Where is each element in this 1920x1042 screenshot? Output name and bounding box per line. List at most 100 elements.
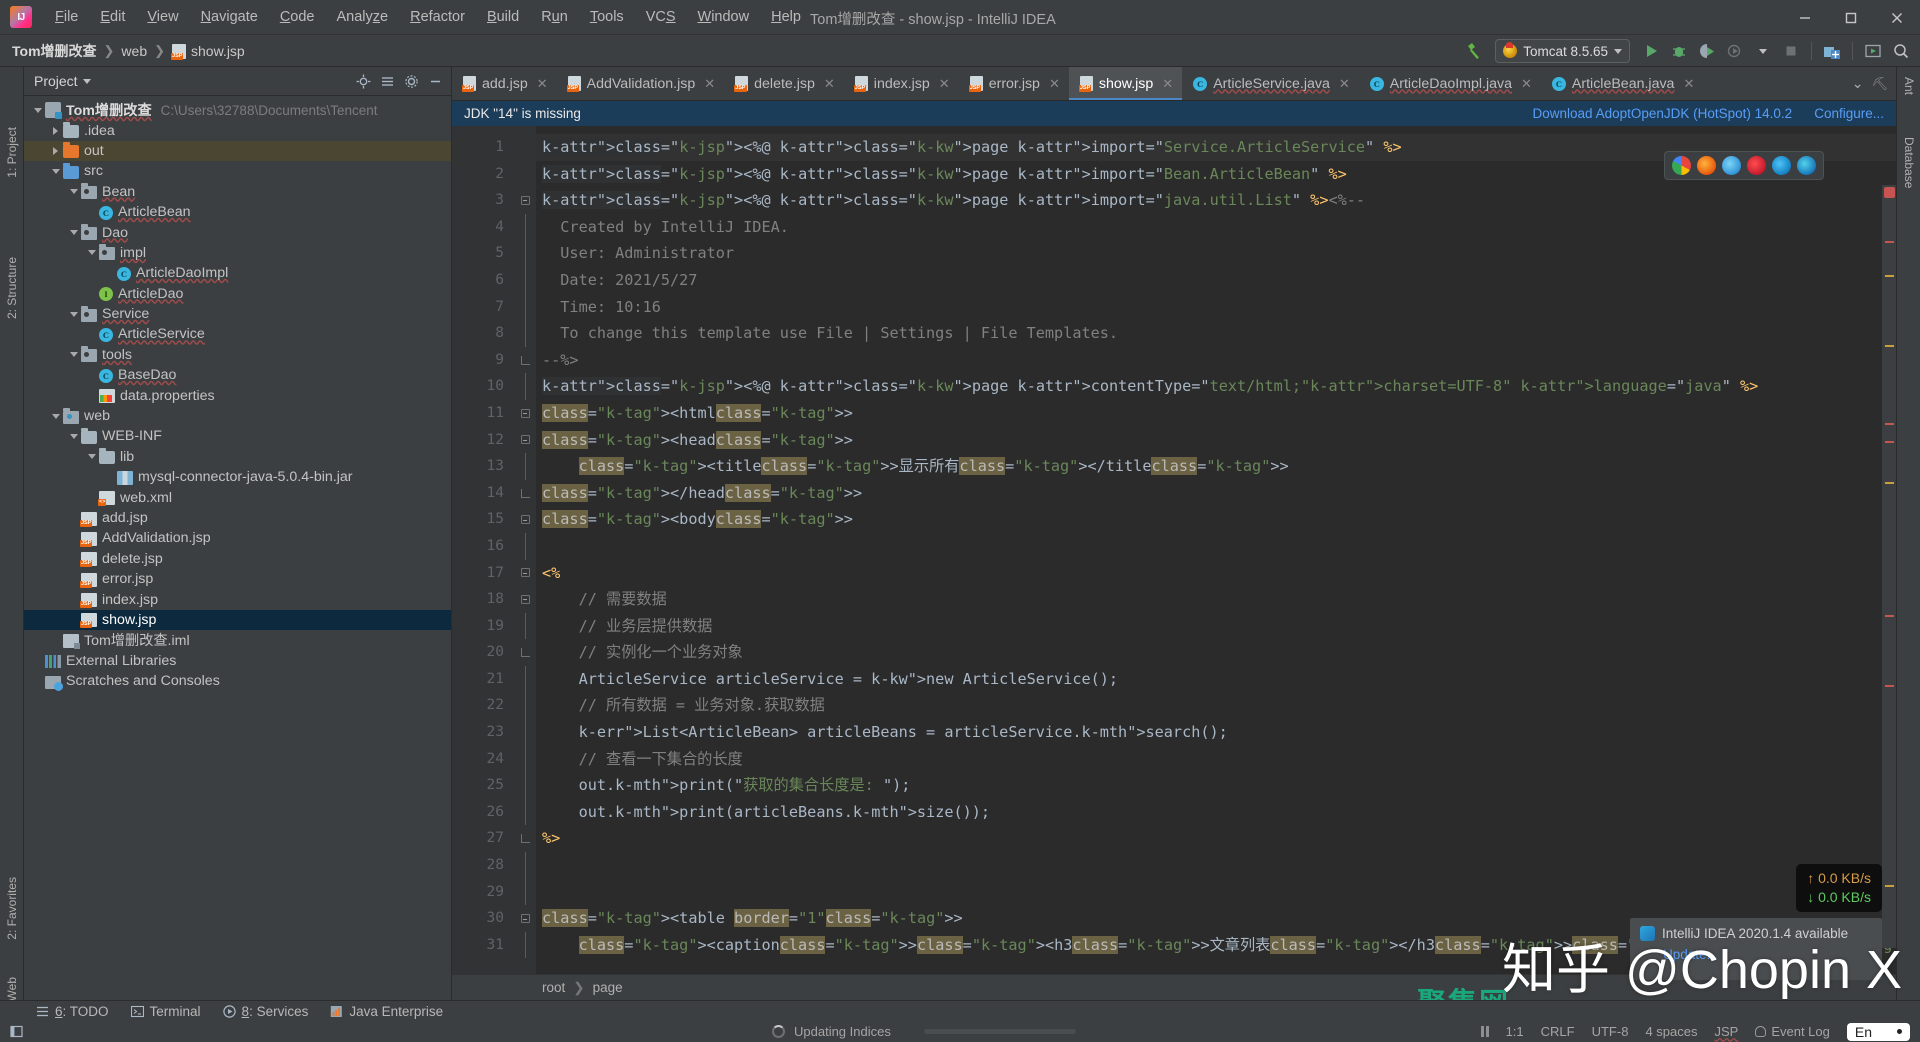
build-hammer-icon[interactable] (1461, 38, 1487, 64)
tree-item-Dao[interactable]: Dao (24, 222, 451, 242)
tree-item-ArticleBean[interactable]: CArticleBean (24, 202, 451, 222)
tab-overflow-icon[interactable]: ⌄ (1852, 75, 1864, 92)
file-encoding[interactable]: UTF-8 (1592, 1024, 1629, 1039)
code-line[interactable]: class="k-tag"><htmlclass="k-tag">> (536, 400, 1896, 427)
fold-marker[interactable] (514, 746, 536, 773)
chevron-down-icon[interactable] (68, 352, 79, 357)
chrome-icon[interactable] (1672, 156, 1691, 175)
fold-marker[interactable] (514, 480, 536, 507)
run-icon[interactable] (1638, 38, 1664, 64)
error-stripe[interactable] (1881, 185, 1896, 948)
configure-jdk-link[interactable]: Configure... (1814, 106, 1884, 121)
locate-icon[interactable] (353, 71, 373, 91)
chevron-down-icon[interactable] (32, 108, 43, 113)
fold-marker[interactable] (514, 214, 536, 241)
inspection-status-badge[interactable] (1884, 187, 1895, 198)
profile-dropdown-icon[interactable] (1750, 38, 1776, 64)
close-tab-icon[interactable]: ✕ (939, 76, 950, 92)
code-line[interactable]: Created by IntelliJ IDEA. (536, 214, 1896, 241)
edge-icon[interactable] (1797, 156, 1816, 175)
code-line[interactable]: // 业务层提供数据 (536, 613, 1896, 640)
fold-marker[interactable] (514, 267, 536, 294)
tool-button-services[interactable]: 8: Services (223, 1004, 309, 1019)
code-line[interactable]: class="k-tag"><titleclass="k-tag">>显示所有c… (536, 453, 1896, 480)
chevron-down-icon[interactable] (68, 312, 79, 317)
close-tab-icon[interactable]: ✕ (1049, 76, 1060, 92)
fold-marker[interactable] (514, 373, 536, 400)
tree-item-lib[interactable]: lib (24, 447, 451, 467)
fold-marker[interactable] (514, 134, 536, 161)
code-folding-column[interactable] (514, 126, 536, 974)
fold-marker[interactable] (514, 879, 536, 906)
file-type-badge[interactable]: JSP (1714, 1024, 1738, 1039)
chevron-right-icon[interactable] (50, 127, 61, 135)
tool-button-favorites[interactable]: 2: Favorites (5, 877, 19, 940)
tree-item-out[interactable]: out (24, 141, 451, 161)
close-tab-icon[interactable]: ✕ (1162, 76, 1173, 92)
ime-language-indicator[interactable]: En (1847, 1023, 1910, 1041)
close-tab-icon[interactable]: ✕ (1339, 76, 1350, 92)
editor-tab-index-jsp[interactable]: index.jsp✕ (844, 67, 959, 100)
code-line[interactable]: k-attr">class="k-jsp"><%@ k-attr">class=… (536, 373, 1896, 400)
code-line[interactable]: // 查看一下集合的长度 (536, 746, 1896, 773)
tree-item-ScratchesandConsoles[interactable]: Scratches and Consoles (24, 671, 451, 691)
tree-item-data.properties[interactable]: data.properties (24, 385, 451, 405)
fold-marker[interactable] (514, 506, 536, 533)
tree-item-Service[interactable]: Service (24, 304, 451, 324)
open-browser-icon[interactable] (1860, 38, 1886, 64)
close-button[interactable] (1874, 0, 1920, 35)
menu-run[interactable]: Run (530, 5, 579, 29)
tool-button-ant[interactable]: Ant (1902, 77, 1916, 95)
edge-legacy-icon[interactable] (1772, 156, 1791, 175)
menu-view[interactable]: View (136, 5, 189, 29)
breadcrumb-item-1[interactable]: web (121, 43, 147, 59)
settings-gear-icon[interactable] (401, 71, 421, 91)
close-tab-icon[interactable]: ✕ (537, 76, 548, 92)
fold-marker[interactable] (514, 187, 536, 214)
tree-item-src[interactable]: src (24, 161, 451, 181)
menu-build[interactable]: Build (476, 5, 530, 29)
tree-item-web[interactable]: web (24, 406, 451, 426)
tree-item-mysql-connector-java-5.0.4-bin.jar[interactable]: mysql-connector-java-5.0.4-bin.jar (24, 467, 451, 487)
fold-marker[interactable] (514, 692, 536, 719)
tool-button-structure[interactable]: 2: Structure (5, 257, 19, 319)
fold-marker[interactable] (514, 533, 536, 560)
fold-marker[interactable] (514, 586, 536, 613)
code-line[interactable]: <% (536, 560, 1896, 587)
code-line[interactable]: To change this template use File | Setti… (536, 320, 1896, 347)
search-everywhere-icon[interactable] (1888, 38, 1914, 64)
menu-edit[interactable]: Edit (89, 5, 136, 29)
tree-item-Tom.iml[interactable]: Tom增删改查.iml (24, 630, 451, 650)
editor-tab-show-jsp[interactable]: show.jsp✕ (1069, 67, 1182, 100)
tree-item-.idea[interactable]: .idea (24, 120, 451, 140)
safari-icon[interactable] (1722, 156, 1741, 175)
tree-item-ArticleDao[interactable]: IArticleDao (24, 284, 451, 304)
chevron-down-icon[interactable] (68, 189, 79, 194)
editor-tab-AddValidation-jsp[interactable]: AddValidation.jsp✕ (557, 67, 725, 100)
code-editor[interactable]: 1234567891011121314151617181920212223242… (452, 126, 1896, 974)
code-line[interactable] (536, 533, 1896, 560)
code-line[interactable]: --%> (536, 347, 1896, 374)
chevron-down-icon[interactable] (83, 79, 91, 84)
tree-item-AddValidation.jsp[interactable]: AddValidation.jsp (24, 528, 451, 548)
opera-icon[interactable] (1747, 156, 1766, 175)
chevron-down-icon[interactable] (68, 230, 79, 235)
code-line[interactable]: Time: 10:16 (536, 294, 1896, 321)
debug-icon[interactable] (1666, 38, 1692, 64)
tree-item-BaseDao[interactable]: CBaseDao (24, 365, 451, 385)
fold-marker[interactable] (514, 320, 536, 347)
menu-tools[interactable]: Tools (579, 5, 635, 29)
fold-marker[interactable] (514, 240, 536, 267)
chevron-down-icon[interactable] (50, 169, 61, 174)
code-line[interactable]: class="k-tag"><headclass="k-tag">> (536, 427, 1896, 454)
tree-item-tools[interactable]: tools (24, 345, 451, 365)
fold-marker[interactable] (514, 613, 536, 640)
chevron-down-icon[interactable] (68, 434, 79, 439)
chevron-right-icon[interactable] (50, 147, 61, 155)
fold-marker[interactable] (514, 294, 536, 321)
event-log-button[interactable]: Event Log (1755, 1024, 1830, 1039)
fold-marker[interactable] (514, 639, 536, 666)
editor-tab-delete-jsp[interactable]: delete.jsp✕ (724, 67, 844, 100)
chevron-down-icon[interactable] (86, 454, 97, 459)
code-line[interactable] (536, 879, 1896, 906)
